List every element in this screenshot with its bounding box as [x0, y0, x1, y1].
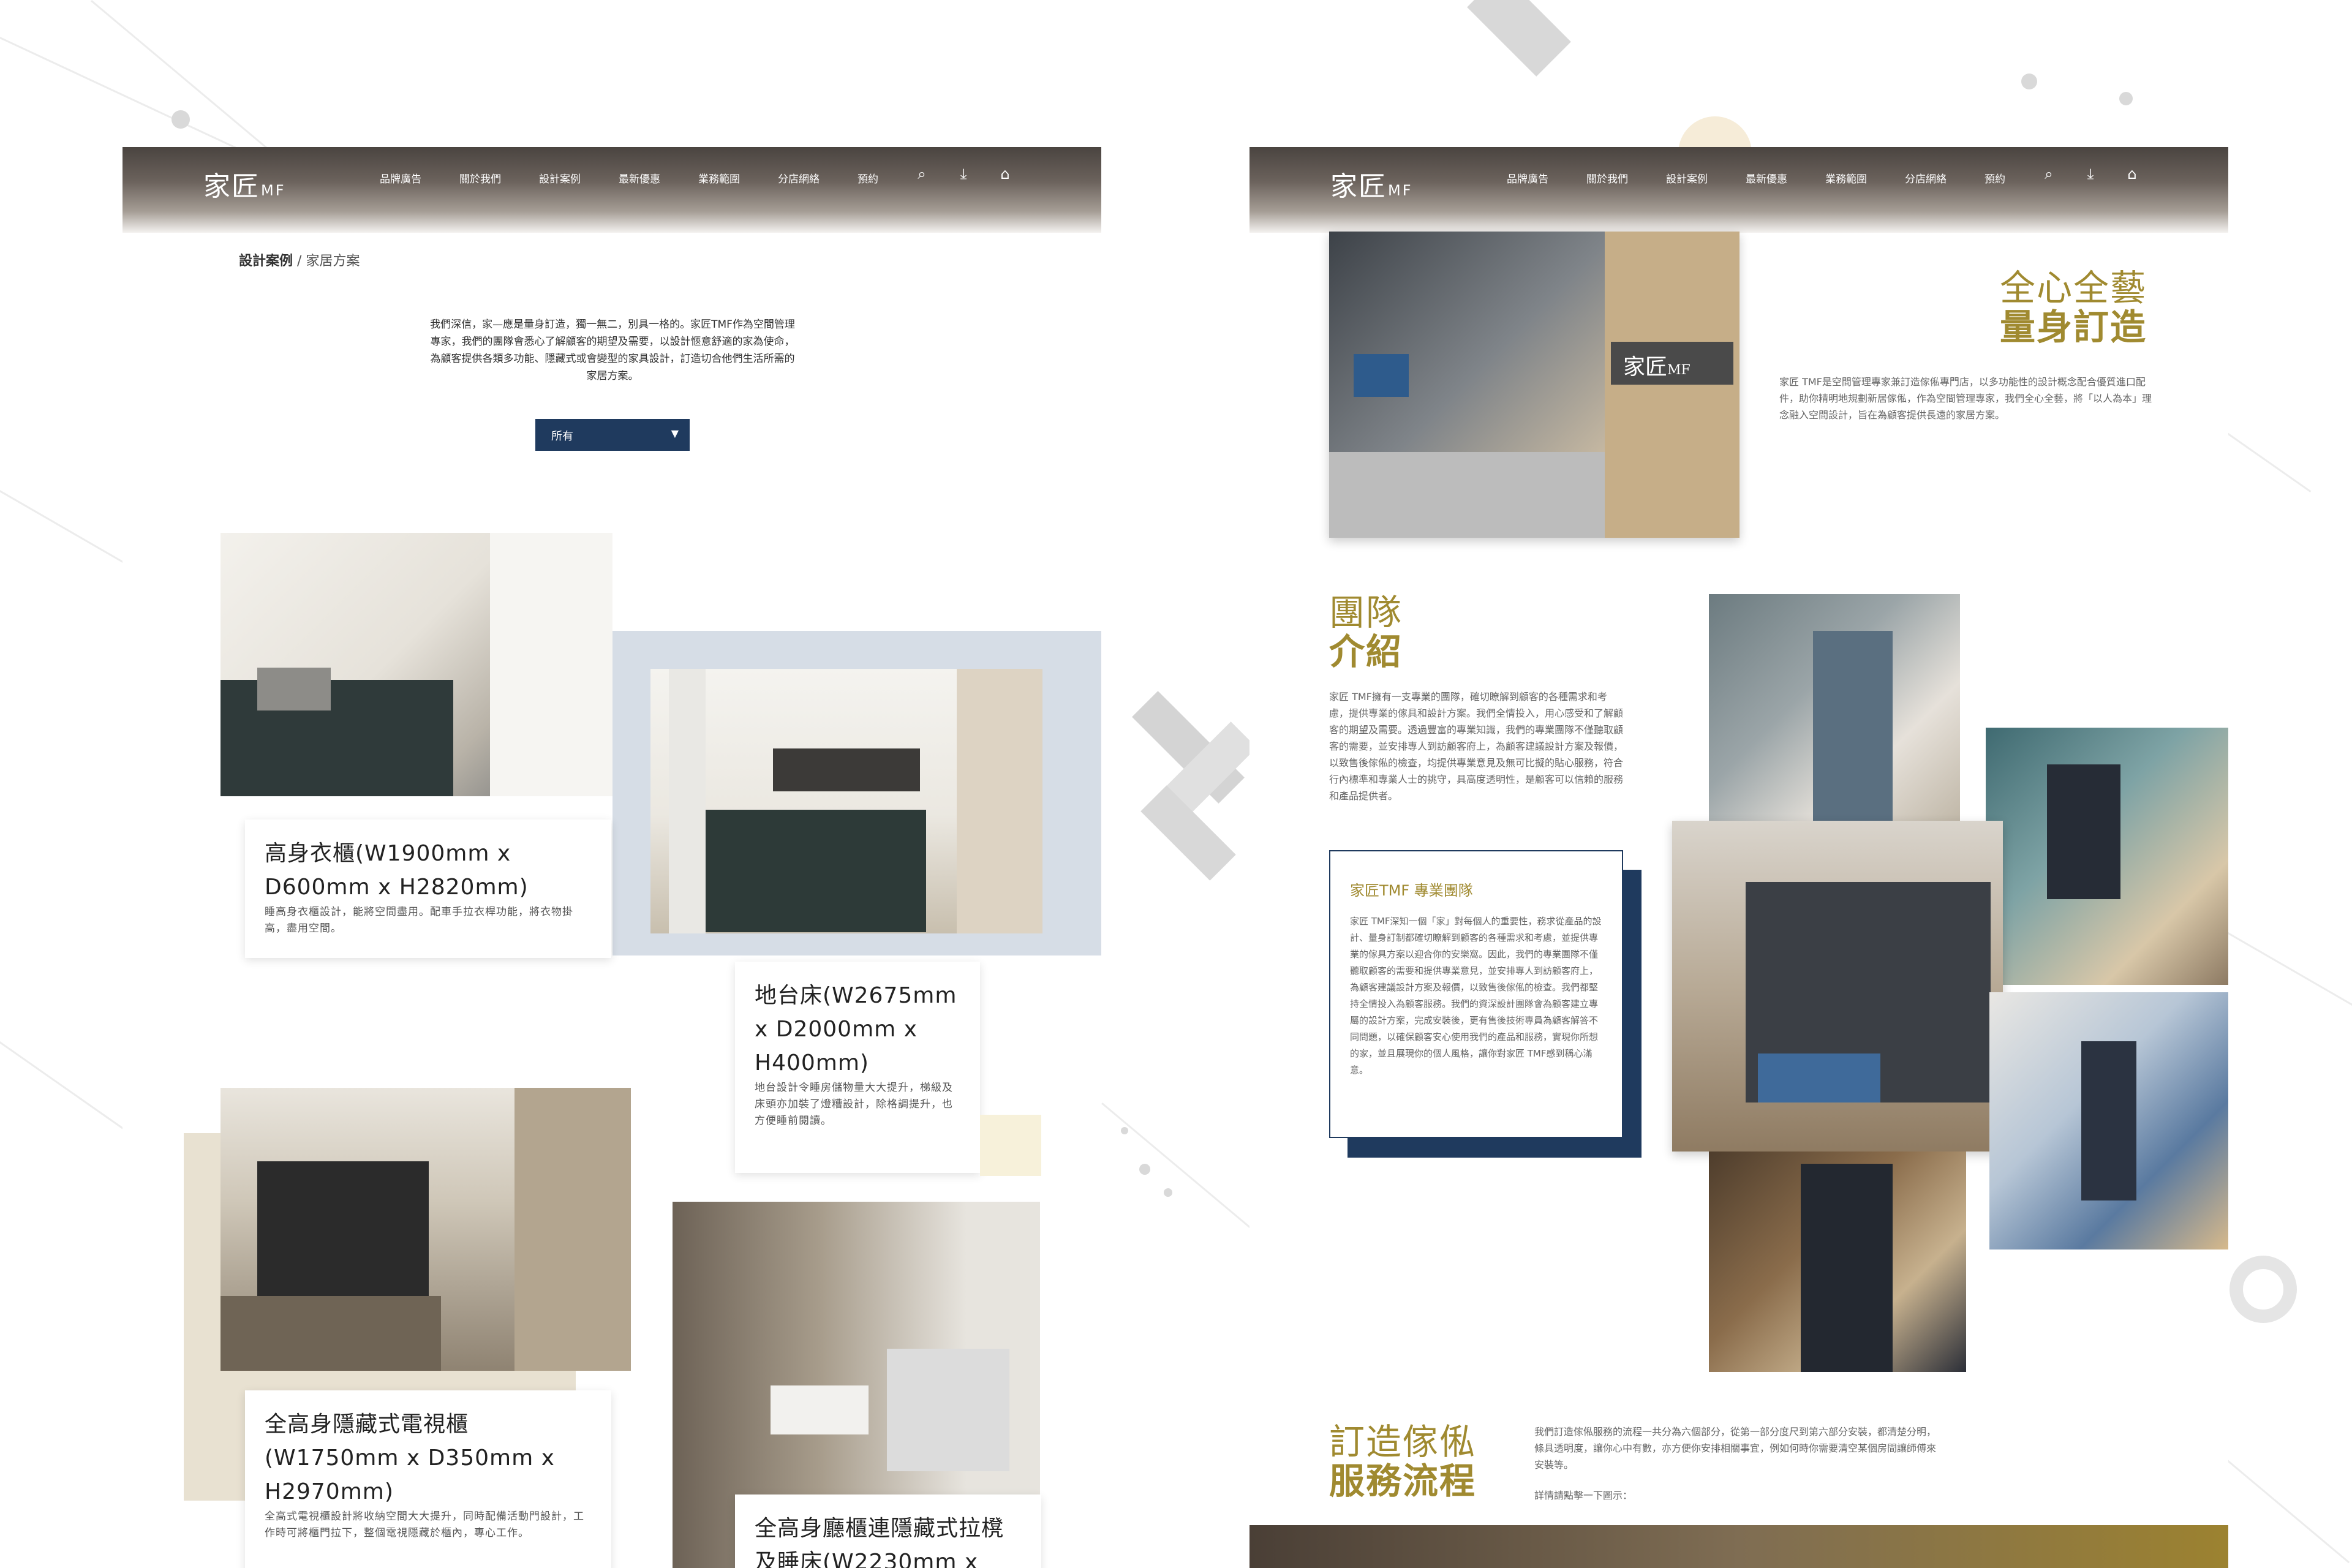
nav-link-booking[interactable]: 預約 [1985, 170, 2027, 186]
nav-link-offers[interactable]: 最新優惠 [619, 170, 698, 186]
team-box-title: 家匠TMF 專業團隊 [1350, 882, 1473, 899]
case-title: 地台床(W2675mm x D2000mm x H400mm) [755, 983, 957, 1076]
nav-link-services[interactable]: 業務範圍 [1825, 170, 1905, 186]
process-text: 我們訂造傢俬服務的流程一共分為六個部分，從第一部分度尺到第六部分安裝，都清楚分明… [1534, 1426, 1937, 1471]
process-heading: 訂造傢俬 服務流程 [1329, 1421, 1477, 1502]
showroom-photo: 家匠MF [1329, 232, 1740, 538]
logo[interactable]: 家匠MF [203, 164, 286, 203]
case-photo-platform-bed[interactable] [650, 669, 1042, 933]
case-photo-tv-cabinet[interactable] [221, 1088, 631, 1371]
team-box: 家匠TMF 專業團隊 家匠 TMF深知一個「家」對每個人的重要性，務求從產品的設… [1329, 850, 1623, 1138]
top-nav: 家匠MF 品牌廣告 關於我們 設計案例 最新優惠 業務範圍 分店網絡 預約 ⌕ … [123, 147, 1101, 233]
logo[interactable]: 家匠MF [1330, 164, 1413, 203]
case-card-living-cabinet[interactable]: 全高身廳櫃連隱藏式拉櫈及睡床(W2230mm x [735, 1494, 1041, 1568]
home-search-icon[interactable]: ⌂ [993, 165, 1017, 183]
search-icon[interactable]: ⌕ [910, 165, 934, 183]
nav-link-offers[interactable]: 最新優惠 [1746, 170, 1825, 186]
case-card-tv-cabinet[interactable]: 全高身隱藏式電視櫃(W1750mm x D350mm x H2970mm) 全高… [245, 1390, 611, 1568]
breadcrumb-sub: 家居方案 [306, 254, 360, 269]
team-photo-group [1672, 821, 2003, 1152]
case-card-platform-bed[interactable]: 地台床(W2675mm x D2000mm x H400mm) 地台設計令睡房儲… [735, 962, 980, 1173]
search-icon[interactable]: ⌕ [2037, 165, 2061, 183]
team-photo-consultation [1986, 728, 2228, 985]
breadcrumb-current[interactable]: 設計案例 [239, 254, 293, 269]
nav-link-branches[interactable]: 分店網絡 [778, 170, 858, 186]
team-photo-craftsman [1709, 594, 1960, 827]
process-more-link[interactable]: 詳情請點擊一下圖示： [1534, 1487, 1945, 1504]
showroom-sign-logo: 家匠MF [1611, 342, 1733, 385]
case-photo-wardrobe[interactable] [221, 533, 612, 796]
team-photo-install [1989, 992, 2228, 1250]
team-photo-showroom [1709, 1152, 1966, 1372]
case-title: 全高身廳櫃連隱藏式拉櫈及睡床(W2230mm x [755, 1516, 1005, 1568]
process-banner[interactable] [1250, 1525, 2228, 1568]
nav-link-about[interactable]: 關於我們 [1586, 170, 1666, 186]
accent-block [980, 1115, 1041, 1176]
case-title: 高身衣櫃(W1900mm x D600mm x H2820mm) [265, 841, 529, 900]
hero-heading: 全心全藝 量身訂造 [2000, 267, 2147, 348]
nav-link-brand-ads[interactable]: 品牌廣告 [380, 170, 459, 186]
case-desc: 睡高身衣櫃設計，能將空間盡用。配車手拉衣桿功能，將衣物掛高，盡用空間。 [265, 906, 573, 935]
nav-link-about[interactable]: 關於我們 [459, 170, 539, 186]
caret-down-icon: ▼ [671, 428, 679, 439]
nav-link-design-cases[interactable]: 設計案例 [1666, 170, 1746, 186]
nav-link-design-cases[interactable]: 設計案例 [539, 170, 619, 186]
case-desc: 全高式電視櫃設計將收納空間大大提升，同時配備活動門設計，工作時可將櫃門拉下，整個… [265, 1510, 584, 1539]
download-icon[interactable]: ⤓ [951, 165, 976, 183]
hero-text: 家匠 TMF是空間管理專家兼訂造傢俬專門店，以多功能性的設計概念配合優質進口配件… [1779, 376, 2152, 421]
team-text: 家匠 TMF擁有一支專業的團隊，確切瞭解到顧客的各種需求和考慮，提供專業的傢具和… [1329, 691, 1624, 802]
breadcrumb: 設計案例 / 家居方案 [239, 254, 360, 269]
nav-link-branches[interactable]: 分店網絡 [1905, 170, 1985, 186]
case-desc: 地台設計令睡房儲物量大大提升，梯級及床頭亦加裝了燈糟設計，除格調提升，也方便睡前… [755, 1082, 953, 1127]
home-search-icon[interactable]: ⌂ [2120, 165, 2144, 183]
nav-link-services[interactable]: 業務範圍 [698, 170, 778, 186]
case-card-wardrobe[interactable]: 高身衣櫃(W1900mm x D600mm x H2820mm) 睡高身衣櫃設計… [245, 820, 611, 958]
design-cases-page: 家匠MF 品牌廣告 關於我們 設計案例 最新優惠 業務範圍 分店網絡 預約 ⌕ … [123, 147, 1101, 1568]
category-filter-select[interactable]: 所有 ▼ [535, 419, 690, 451]
team-heading: 團隊 介紹 [1329, 592, 1403, 673]
nav-link-booking[interactable]: 預約 [858, 170, 900, 186]
intro-text: 我們深信，家—應是量身訂造，獨一無二，別具一格的。家匠TMF作為空間管理專家，我… [430, 318, 795, 382]
download-icon[interactable]: ⤓ [2078, 165, 2103, 183]
top-nav: 家匠MF 品牌廣告 關於我們 設計案例 最新優惠 業務範圍 分店網絡 預約 ⌕ … [1250, 147, 2228, 233]
nav-link-brand-ads[interactable]: 品牌廣告 [1507, 170, 1586, 186]
about-page: 家匠MF 品牌廣告 關於我們 設計案例 最新優惠 業務範圍 分店網絡 預約 ⌕ … [1250, 147, 2228, 1568]
team-box-text: 家匠 TMF深知一個「家」對每個人的重要性，務求從產品的設計、量身訂制都確切瞭解… [1350, 916, 1602, 1076]
case-title: 全高身隱藏式電視櫃(W1750mm x D350mm x H2970mm) [265, 1412, 555, 1504]
